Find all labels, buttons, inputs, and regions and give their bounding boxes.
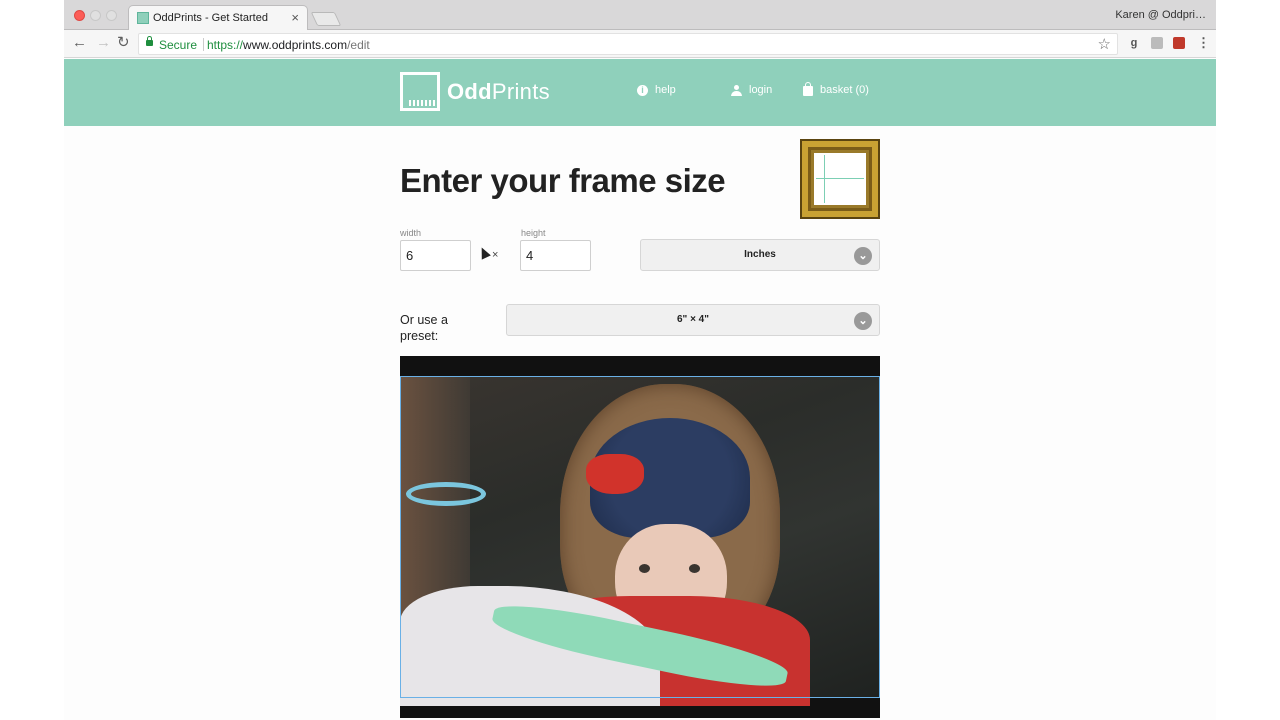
url-text[interactable]: https://www.oddprints.com/edit xyxy=(207,38,370,52)
tab-bar: OddPrints - Get Started × Karen @ Oddpri… xyxy=(64,0,1216,31)
tab-close-icon[interactable]: × xyxy=(291,10,299,25)
address-separator xyxy=(203,38,204,51)
back-arrow-icon[interactable]: ← xyxy=(72,35,87,51)
width-label: width xyxy=(400,228,422,238)
extension-g-icon[interactable]: g xyxy=(1128,37,1140,49)
crop-box[interactable] xyxy=(400,376,880,698)
user-icon xyxy=(731,84,742,96)
preset-select[interactable]: 6" × 4" ⌄ xyxy=(506,304,880,336)
minimize-window-icon[interactable] xyxy=(90,10,101,21)
units-selected-value: Inches xyxy=(744,249,776,260)
reload-icon[interactable]: ↻ xyxy=(117,35,130,51)
chevron-down-icon: ⌄ xyxy=(854,312,872,330)
url-host: www.oddprints.com xyxy=(243,38,348,52)
profile-name[interactable]: Karen @ Oddpri… xyxy=(1115,9,1206,21)
extension-red-icon[interactable] xyxy=(1173,37,1185,49)
logo-text[interactable]: OddPrints xyxy=(447,79,550,105)
browser-toolbar: ← → ↻ Secure https://www.oddprints.com/e… xyxy=(64,30,1216,58)
nav-help[interactable]: i help xyxy=(637,84,676,96)
tab-title: OddPrints - Get Started xyxy=(153,12,268,24)
preset-selected-value: 6" × 4" xyxy=(676,314,709,325)
close-window-icon[interactable] xyxy=(74,10,85,21)
url-path: /edit xyxy=(347,38,370,52)
times-symbol: × xyxy=(492,249,499,261)
lock-icon xyxy=(146,36,153,46)
url-scheme: https:// xyxy=(207,38,244,52)
favicon-icon xyxy=(137,12,149,24)
nav-basket[interactable]: basket (0) xyxy=(803,82,869,96)
tab-oddprints[interactable]: OddPrints - Get Started × xyxy=(128,5,308,31)
nav-login[interactable]: login xyxy=(731,84,772,96)
units-select[interactable]: Inches ⌄ xyxy=(640,239,880,271)
photo-editor[interactable] xyxy=(400,356,880,718)
nav-login-label: login xyxy=(749,84,773,96)
preset-label: Or use a preset: xyxy=(400,313,448,343)
info-icon: i xyxy=(637,84,648,96)
extension-grey-icon[interactable] xyxy=(1151,37,1163,49)
new-tab-button[interactable] xyxy=(310,12,342,26)
page-title: Enter your frame size xyxy=(400,162,726,199)
height-arrow-icon xyxy=(824,155,825,203)
bookmark-star-icon[interactable]: ☆ xyxy=(1098,35,1111,53)
width-input[interactable] xyxy=(400,240,471,271)
height-label: height xyxy=(521,228,546,238)
secure-label: Secure xyxy=(159,38,198,52)
chevron-down-icon: ⌄ xyxy=(854,247,872,265)
zoom-window-icon[interactable] xyxy=(106,10,117,21)
mouse-cursor-icon xyxy=(477,245,491,260)
picture-frame-icon xyxy=(800,139,880,219)
frame-inner xyxy=(814,153,866,205)
forward-arrow-icon[interactable]: → xyxy=(96,35,111,51)
logo-bold: Odd xyxy=(447,79,492,104)
logo-rest: Prints xyxy=(491,79,550,104)
height-input[interactable] xyxy=(520,240,591,271)
site-header: OddPrints i help login basket (0) xyxy=(64,59,1216,126)
browser-menu-icon[interactable]: ⋮ xyxy=(1197,35,1210,51)
address-bar[interactable]: Secure https://www.oddprints.com/edit ☆ xyxy=(138,33,1118,55)
nav-basket-label: basket (0) xyxy=(820,84,869,96)
browser-window: OddPrints - Get Started × Karen @ Oddpri… xyxy=(64,0,1216,720)
nav-help-label: help xyxy=(655,84,676,96)
logo-frame-icon[interactable] xyxy=(400,72,440,111)
basket-icon xyxy=(803,82,813,96)
